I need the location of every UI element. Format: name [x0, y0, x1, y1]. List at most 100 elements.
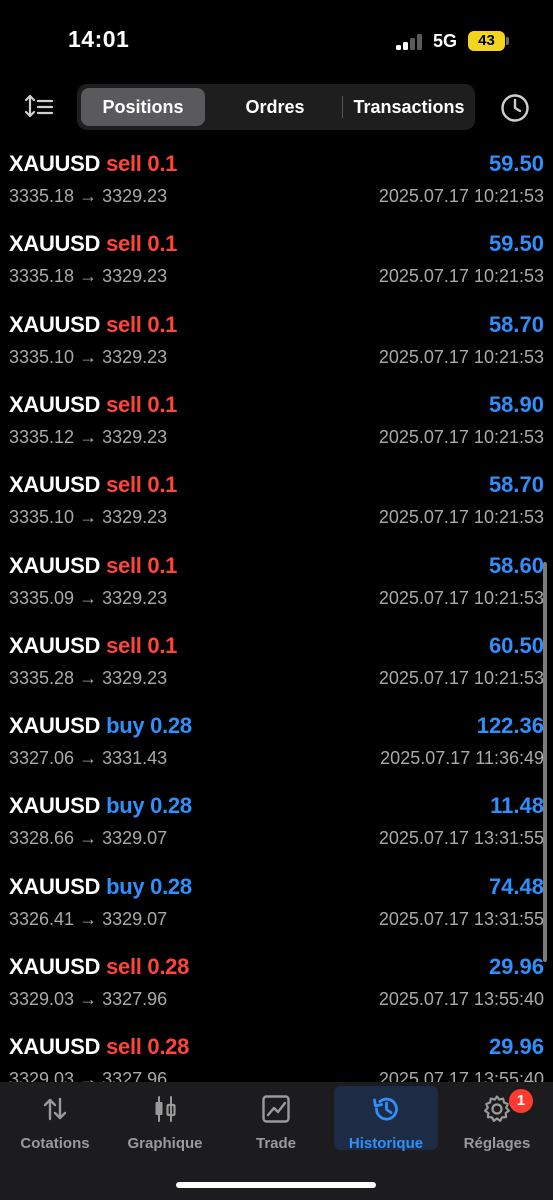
- deal-row[interactable]: XAUUSD sell 0.28 29.96 3329.03 → 3327.96 202…: [0, 1026, 553, 1083]
- deal-row[interactable]: XAUUSD sell 0.1 58.70 3335.10 → 3329.23 2025…: [0, 304, 553, 384]
- deal-profit: 59.50: [488, 231, 544, 257]
- symbol-name: XAUUSD: [9, 151, 101, 176]
- deal-row[interactable]: XAUUSD buy 0.28 74.48 3326.41 → 3329.07 2025…: [0, 866, 553, 946]
- deal-side-volume: sell 0.1: [106, 312, 177, 337]
- deal-time: 2025.07.17 10:21:53: [378, 667, 544, 688]
- deal-symbol: XAUUSD sell 0.28: [9, 1034, 189, 1060]
- deal-volume: 0.1: [147, 311, 178, 337]
- deal-row[interactable]: XAUUSD sell 0.1 58.70 3335.10 → 3329.23 2025…: [0, 464, 553, 544]
- deal-profit: 11.48: [490, 793, 544, 819]
- deal-volume: 0.28: [150, 713, 192, 739]
- deal-time: 2025.07.17 13:31:55: [378, 908, 544, 929]
- network-type: 5G: [433, 31, 458, 51]
- symbol-name: XAUUSD: [9, 472, 101, 498]
- deal-symbol: XAUUSD sell 0.1: [9, 312, 177, 338]
- deal-profit: 58.90: [488, 391, 544, 417]
- deal-symbol: XAUUSD buy 0.28: [9, 713, 192, 739]
- deal-prices: 3328.66 → 3329.07: [9, 828, 168, 849]
- deal-prices: 3335.12 → 3329.23: [9, 426, 168, 447]
- battery-icon: 43: [468, 31, 505, 51]
- deal-profit: 29.96: [488, 954, 544, 979]
- symbol-name: XAUUSD: [9, 1034, 101, 1060]
- symbol-name: XAUUSD: [9, 632, 101, 658]
- deal-side-volume: sell 0.1: [106, 472, 177, 497]
- status-time: 14:01: [68, 26, 130, 52]
- deal-prices: 3335.18 → 3329.23: [9, 186, 168, 206]
- deal-volume: 0.28: [150, 873, 192, 899]
- deal-symbol: XAUUSD sell 0.1: [9, 553, 177, 579]
- deal-time: 2025.07.17 13:55:40: [378, 989, 544, 1009]
- deal-profit: 122.36: [476, 713, 544, 739]
- deal-profit: 74.48: [488, 873, 544, 899]
- sort-icon[interactable]: [22, 90, 56, 124]
- deal-row[interactable]: XAUUSD sell 0.28 29.96 3329.03 → 3327.96 202…: [0, 946, 553, 1026]
- scrollbar[interactable]: [543, 562, 547, 962]
- deal-symbol: XAUUSD sell 0.28: [9, 954, 189, 980]
- deal-row[interactable]: XAUUSD sell 0.1 59.50 3335.18 → 3329.23 2025…: [0, 223, 553, 303]
- deal-row[interactable]: XAUUSD buy 0.28 122.36 3327.06 → 3331.43 202…: [0, 705, 553, 785]
- nav-label: Trade: [255, 1135, 297, 1152]
- deal-row[interactable]: XAUUSD sell 0.1 60.50 3335.28 → 3329.23 2025…: [0, 625, 553, 705]
- deal-profit: 58.60: [488, 552, 544, 578]
- symbol-name: XAUUSD: [9, 391, 101, 417]
- deal-side-volume: sell 0.1: [106, 151, 177, 176]
- tab-ordres[interactable]: Ordres: [211, 88, 339, 126]
- deal-volume: 0.1: [147, 391, 178, 417]
- deal-side: sell: [106, 151, 142, 176]
- deal-row[interactable]: XAUUSD sell 0.1 58.90 3335.12 → 3329.23 2025…: [0, 384, 553, 464]
- deal-time: 2025.07.17 10:21:53: [378, 587, 544, 608]
- deal-row[interactable]: XAUUSD buy 0.28 11.48 3328.66 → 3329.07 2025…: [0, 785, 553, 865]
- chart-line-icon: [262, 1095, 290, 1123]
- deal-profit: 60.50: [488, 632, 544, 658]
- deal-time: 2025.07.17 11:36:49: [380, 748, 544, 769]
- deal-side-volume: sell 0.1: [106, 392, 177, 417]
- tab-positions[interactable]: Positions: [81, 88, 205, 126]
- deal-volume: 0.1: [147, 552, 178, 578]
- deal-side: sell: [106, 954, 142, 979]
- deal-side: sell: [106, 311, 142, 337]
- nav-historique[interactable]: Historique: [334, 1086, 438, 1152]
- battery-tip: [506, 37, 509, 45]
- deal-prices: 3329.03 → 3327.96: [9, 1069, 168, 1083]
- deal-list[interactable]: XAUUSD sell 0.1 59.50 3335.18 → 3329.23 2025…: [0, 143, 553, 1083]
- deal-side: sell: [106, 391, 142, 417]
- symbol-name: XAUUSD: [9, 311, 101, 337]
- nav-label: Graphique: [127, 1135, 203, 1152]
- deal-profit: 59.50: [488, 151, 544, 176]
- deal-side: sell: [106, 552, 142, 578]
- deal-side: sell: [106, 1034, 142, 1060]
- nav-label: Cotations: [20, 1135, 90, 1152]
- deal-volume: 0.1: [147, 472, 178, 498]
- deal-prices: 3326.41 → 3329.07: [9, 908, 168, 929]
- deal-side-volume: sell 0.1: [106, 231, 177, 256]
- nav-label: Réglages: [463, 1135, 531, 1152]
- nav-graphique[interactable]: Graphique: [113, 1086, 217, 1152]
- deal-side: buy: [106, 713, 145, 739]
- tab-transactions[interactable]: Transactions: [345, 88, 473, 126]
- deal-time: 2025.07.17 10:21:53: [378, 186, 544, 206]
- deal-time: 2025.07.17 13:31:55: [378, 828, 544, 849]
- deal-symbol: XAUUSD sell 0.1: [9, 633, 177, 659]
- deal-volume: 0.1: [147, 632, 178, 658]
- deal-row[interactable]: XAUUSD sell 0.1 58.60 3335.09 → 3329.23 2025…: [0, 545, 553, 625]
- deal-side-volume: buy 0.28: [106, 793, 192, 818]
- nav-reglages[interactable]: Réglages: [445, 1086, 549, 1152]
- deal-prices: 3335.10 → 3329.23: [9, 346, 168, 367]
- deal-volume: 0.1: [147, 151, 178, 176]
- deal-side-volume: sell 0.1: [106, 553, 177, 578]
- nav-trade[interactable]: Trade: [224, 1086, 328, 1152]
- deal-volume: 0.1: [147, 231, 178, 257]
- history-icon: [373, 1097, 398, 1121]
- status-bar: 14:01 5G 43: [0, 0, 553, 80]
- tab-divider: [342, 96, 343, 118]
- deal-profit: 29.96: [488, 1034, 544, 1060]
- clock-icon[interactable]: [499, 92, 531, 124]
- deal-side-volume: sell 0.28: [106, 1034, 189, 1059]
- symbol-name: XAUUSD: [9, 793, 101, 819]
- arrows-updown-icon: [43, 1097, 67, 1121]
- deal-prices: 3335.10 → 3329.23: [9, 507, 168, 528]
- deal-prices: 3329.03 → 3327.96: [9, 989, 168, 1009]
- nav-cotations[interactable]: Cotations: [3, 1086, 107, 1152]
- candlestick-icon: [155, 1096, 176, 1122]
- deal-row[interactable]: XAUUSD sell 0.1 59.50 3335.18 → 3329.23 2025…: [0, 143, 553, 223]
